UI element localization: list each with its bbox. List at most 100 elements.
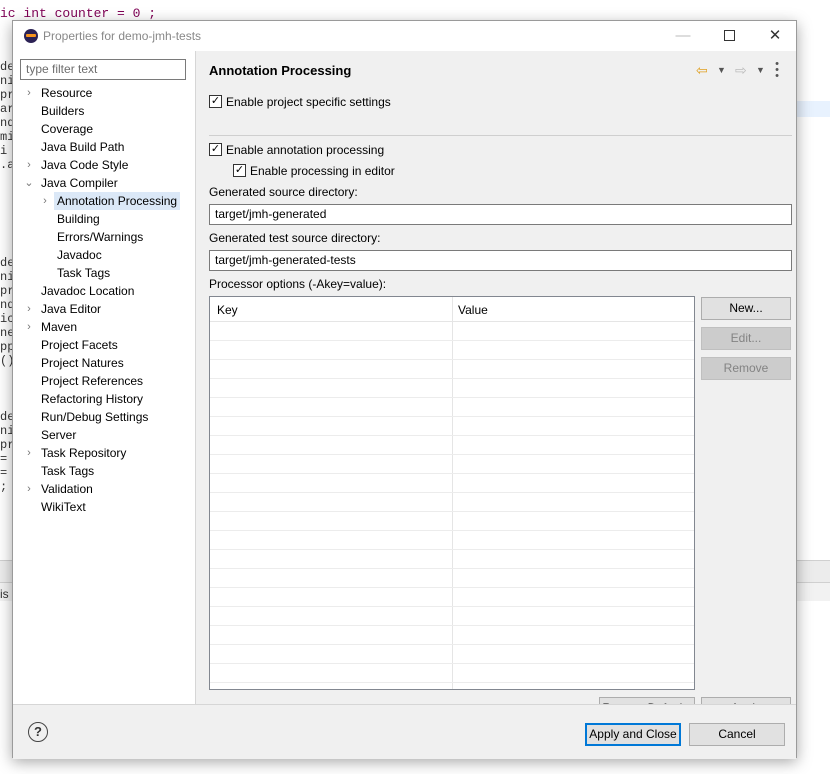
- tree-item[interactable]: › Java Code Style: [13, 156, 196, 174]
- processor-options-label: Processor options (-Akey=value):: [209, 277, 387, 291]
- tree-item[interactable]: Refactoring History: [13, 390, 196, 408]
- tree-item-label: Java Compiler: [41, 176, 118, 190]
- table-row-line: [210, 378, 694, 379]
- remove-button[interactable]: Remove: [701, 357, 791, 380]
- column-header-key[interactable]: Key: [217, 303, 238, 317]
- tree-item[interactable]: › Annotation Processing: [13, 192, 196, 210]
- generated-test-source-dir-input[interactable]: target/jmh-generated-tests: [209, 250, 792, 271]
- tree-item[interactable]: › Resource: [13, 84, 196, 102]
- background-code-line: ic int counter = 0 ;: [0, 6, 157, 21]
- forward-dropdown-icon[interactable]: ▼: [756, 61, 765, 79]
- generated-source-dir-input[interactable]: target/jmh-generated: [209, 204, 792, 225]
- tree-item[interactable]: Project Natures: [13, 354, 196, 372]
- minimize-button[interactable]: —: [660, 21, 706, 51]
- column-header-value[interactable]: Value: [458, 303, 488, 317]
- tree-item-label: WikiText: [41, 500, 86, 514]
- tree-item[interactable]: › Java Editor: [13, 300, 196, 318]
- chevron-right-icon[interactable]: ›: [24, 318, 34, 336]
- tree-item[interactable]: Run/Debug Settings: [13, 408, 196, 426]
- table-row-line: [210, 359, 694, 360]
- properties-dialog: Properties for demo-jmh-tests — ✕ type f…: [12, 20, 797, 759]
- tree-item-label: Java Code Style: [41, 158, 129, 172]
- tree-item[interactable]: Java Build Path: [13, 138, 196, 156]
- table-row-line: [210, 587, 694, 588]
- dialog-footer: ? Apply and Close Cancel: [13, 704, 796, 759]
- chevron-right-icon[interactable]: ›: [40, 192, 50, 210]
- tree-item[interactable]: Project References: [13, 372, 196, 390]
- chevron-right-icon[interactable]: ›: [24, 480, 34, 498]
- eclipse-icon: [24, 29, 38, 43]
- dialog-title: Properties for demo-jmh-tests: [43, 29, 202, 43]
- back-arrow-icon[interactable]: ⇦: [696, 61, 708, 79]
- tree-item[interactable]: WikiText: [13, 498, 196, 516]
- table-row-line: [210, 549, 694, 550]
- tree-item[interactable]: Task Tags: [13, 462, 196, 480]
- table-row-line: [210, 530, 694, 531]
- tree-item-label: Building: [57, 212, 100, 226]
- tree-item[interactable]: Coverage: [13, 120, 196, 138]
- table-row-line: [210, 644, 694, 645]
- help-icon[interactable]: ?: [28, 722, 48, 742]
- tree-item[interactable]: › Task Repository: [13, 444, 196, 462]
- tree-item[interactable]: Project Facets: [13, 336, 196, 354]
- tree-item[interactable]: Building: [13, 210, 196, 228]
- tree-item-label: Project References: [41, 374, 144, 388]
- tree-item[interactable]: ⌄ Java Compiler: [13, 174, 196, 192]
- tree-item-label: Task Repository: [41, 446, 127, 460]
- forward-arrow-icon[interactable]: ⇨: [735, 61, 747, 79]
- tree-item-label: Resource: [41, 86, 93, 100]
- apply-and-close-button[interactable]: Apply and Close: [585, 723, 681, 746]
- table-row-line: [210, 492, 694, 493]
- tree-item-label: Coverage: [41, 122, 94, 136]
- chevron-down-icon[interactable]: ⌄: [24, 174, 34, 192]
- tree-item[interactable]: Javadoc: [13, 246, 196, 264]
- table-row-line: [210, 473, 694, 474]
- tree-item-label: Task Tags: [57, 266, 111, 280]
- generated-test-source-dir-label: Generated test source directory:: [209, 231, 381, 245]
- tree-item[interactable]: Server: [13, 426, 196, 444]
- tree-item-label: Refactoring History: [41, 392, 144, 406]
- cancel-button[interactable]: Cancel: [689, 723, 785, 746]
- tree-item-label: Java Editor: [41, 302, 102, 316]
- checkbox-box: ✓: [233, 164, 246, 177]
- edit-button[interactable]: Edit...: [701, 327, 791, 350]
- generated-source-dir-label: Generated source directory:: [209, 185, 358, 199]
- checkbox-label: Enable processing in editor: [250, 164, 395, 178]
- table-row-line: [210, 454, 694, 455]
- close-button[interactable]: ✕: [752, 21, 798, 51]
- tree-item[interactable]: Builders: [13, 102, 196, 120]
- table-row-line: [210, 625, 694, 626]
- view-menu-icon[interactable]: • • •: [773, 59, 781, 82]
- tree-item-label: Project Natures: [41, 356, 124, 370]
- tree-item-label: Validation: [41, 482, 93, 496]
- left-panel: type filter text › Resource Builders Covera…: [13, 51, 196, 704]
- tree-item-label: Java Build Path: [41, 140, 125, 154]
- chevron-right-icon[interactable]: ›: [24, 300, 34, 318]
- page-title: Annotation Processing: [209, 63, 352, 78]
- tree-item[interactable]: › Maven: [13, 318, 196, 336]
- table-row-line: [210, 682, 694, 683]
- tree-item-label: Run/Debug Settings: [41, 410, 149, 424]
- checkbox-label: Enable project specific settings: [226, 95, 391, 109]
- chevron-right-icon[interactable]: ›: [24, 84, 34, 102]
- chevron-right-icon[interactable]: ›: [24, 156, 34, 174]
- tree-item-label: Task Tags: [41, 464, 95, 478]
- filter-input[interactable]: type filter text: [20, 59, 186, 80]
- separator: [209, 135, 792, 136]
- table-row-line: [210, 397, 694, 398]
- tree-item-label: Errors/Warnings: [57, 230, 144, 244]
- right-panel: Annotation Processing ⇦ ▼ ⇨ ▼ • • • ✓ Enab…: [197, 51, 796, 720]
- title-bar[interactable]: Properties for demo-jmh-tests — ✕: [13, 21, 796, 51]
- tree-item-label: Builders: [41, 104, 85, 118]
- background-highlight: [796, 101, 830, 117]
- new-button[interactable]: New...: [701, 297, 791, 320]
- tree-item[interactable]: Javadoc Location: [13, 282, 196, 300]
- tree-item[interactable]: Errors/Warnings: [13, 228, 196, 246]
- back-dropdown-icon[interactable]: ▼: [717, 61, 726, 79]
- tree-item-label: Project Facets: [41, 338, 118, 352]
- maximize-button[interactable]: [706, 21, 752, 51]
- processor-options-table[interactable]: Key Value: [209, 296, 695, 690]
- tree-item[interactable]: Task Tags: [13, 264, 196, 282]
- chevron-right-icon[interactable]: ›: [24, 444, 34, 462]
- tree-item[interactable]: › Validation: [13, 480, 196, 498]
